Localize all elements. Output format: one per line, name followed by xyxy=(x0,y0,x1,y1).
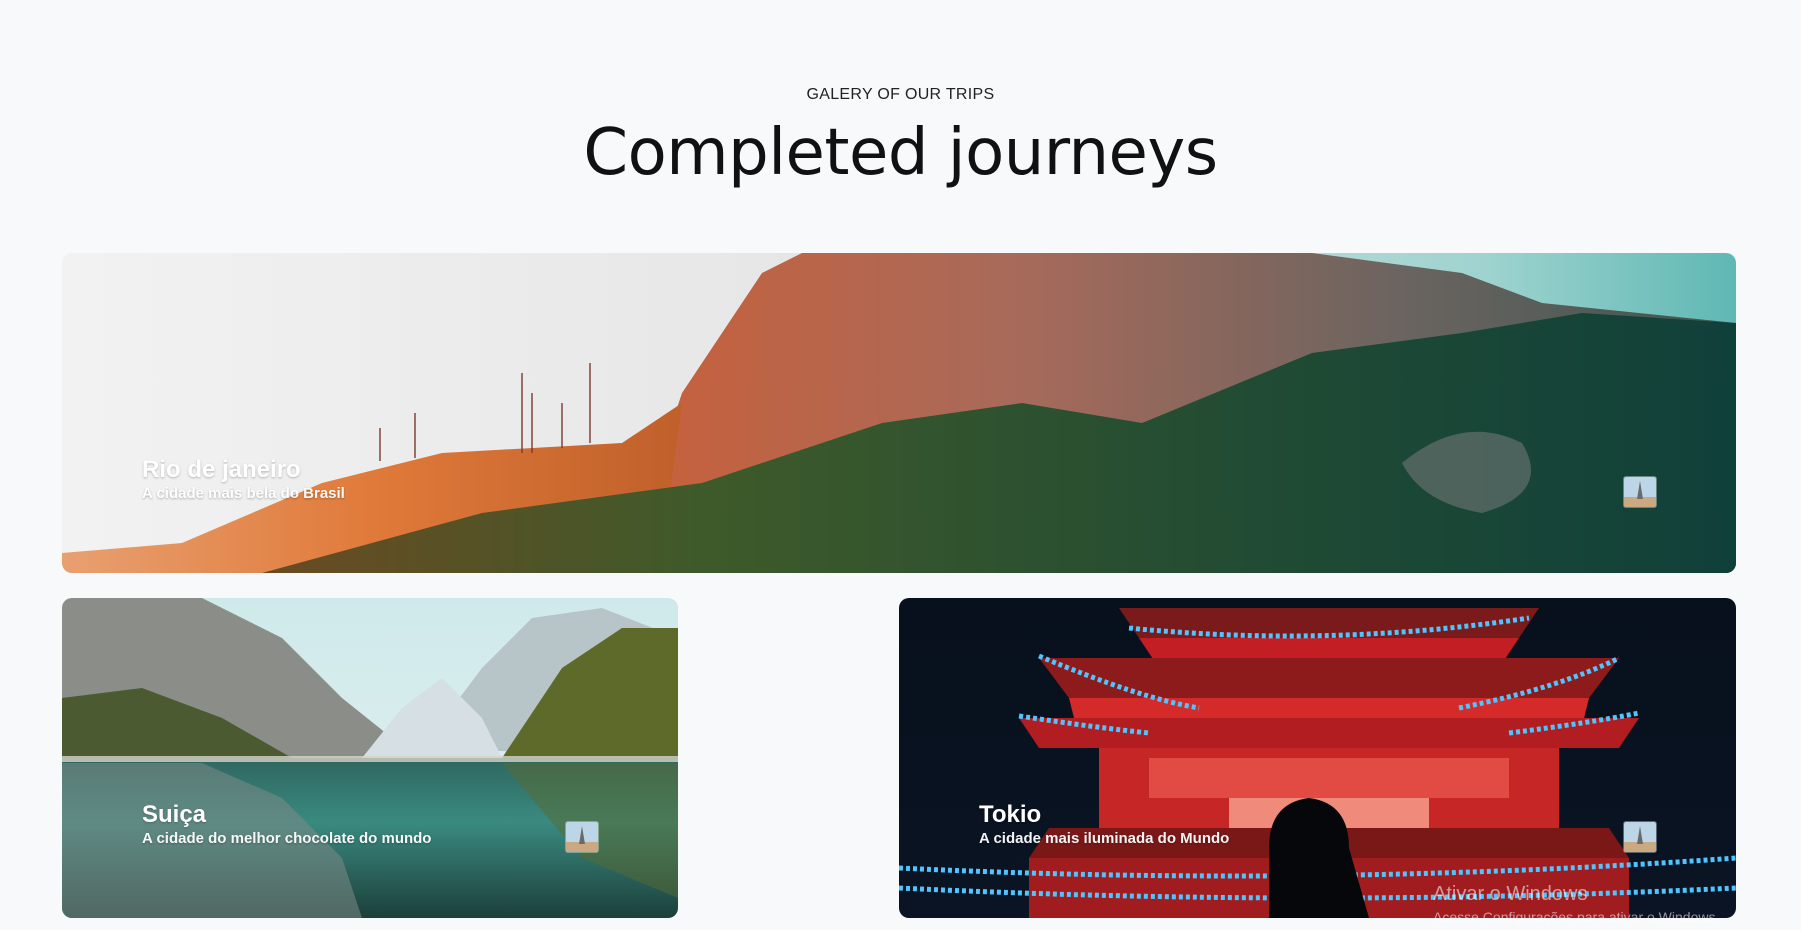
trip-card-tokio[interactable]: Tokio A cidade mais iluminada do Mundo xyxy=(899,598,1736,918)
trip-caption: Tokio A cidade mais iluminada do Mundo xyxy=(979,801,1229,849)
trip-title: Rio de janeiro xyxy=(142,456,301,483)
swiss-lake-photo xyxy=(62,598,678,918)
trip-thumbnail[interactable] xyxy=(566,822,598,852)
trip-card-rio[interactable]: Rio de janeiro A cidade mais bela do Bra… xyxy=(62,253,1736,573)
trip-card-suica[interactable]: Suiça A cidade do melhor chocolate do mu… xyxy=(62,598,678,918)
trip-title: Tokio xyxy=(979,801,1042,828)
trip-subtitle: A cidade mais iluminada do Mundo xyxy=(979,830,1230,847)
trip-subtitle: A cidade do melhor chocolate do mundo xyxy=(142,830,432,847)
trip-thumbnail[interactable] xyxy=(1624,822,1656,852)
rio-mountain-photo xyxy=(62,253,1736,573)
section-eyebrow: GALERY OF OUR TRIPS xyxy=(806,86,995,103)
tokyo-pagoda-photo xyxy=(899,598,1736,918)
trip-thumbnail[interactable] xyxy=(1624,477,1656,507)
windows-activation-watermark: Ativar o Windows Acesse Configurações pa… xyxy=(1433,882,1719,926)
page-title: Completed journeys xyxy=(583,116,1218,190)
watermark-subtitle: Acesse Configurações para ativar o Windo… xyxy=(1433,909,1720,925)
trip-title: Suiça xyxy=(142,801,207,828)
watermark-title: Ativar o Windows xyxy=(1433,883,1588,905)
trip-subtitle: A cidade mais bela do Brasil xyxy=(142,485,345,502)
trip-caption: Suiça A cidade do melhor chocolate do mu… xyxy=(142,801,431,849)
trip-caption: Rio de janeiro A cidade mais bela do Bra… xyxy=(142,456,345,504)
